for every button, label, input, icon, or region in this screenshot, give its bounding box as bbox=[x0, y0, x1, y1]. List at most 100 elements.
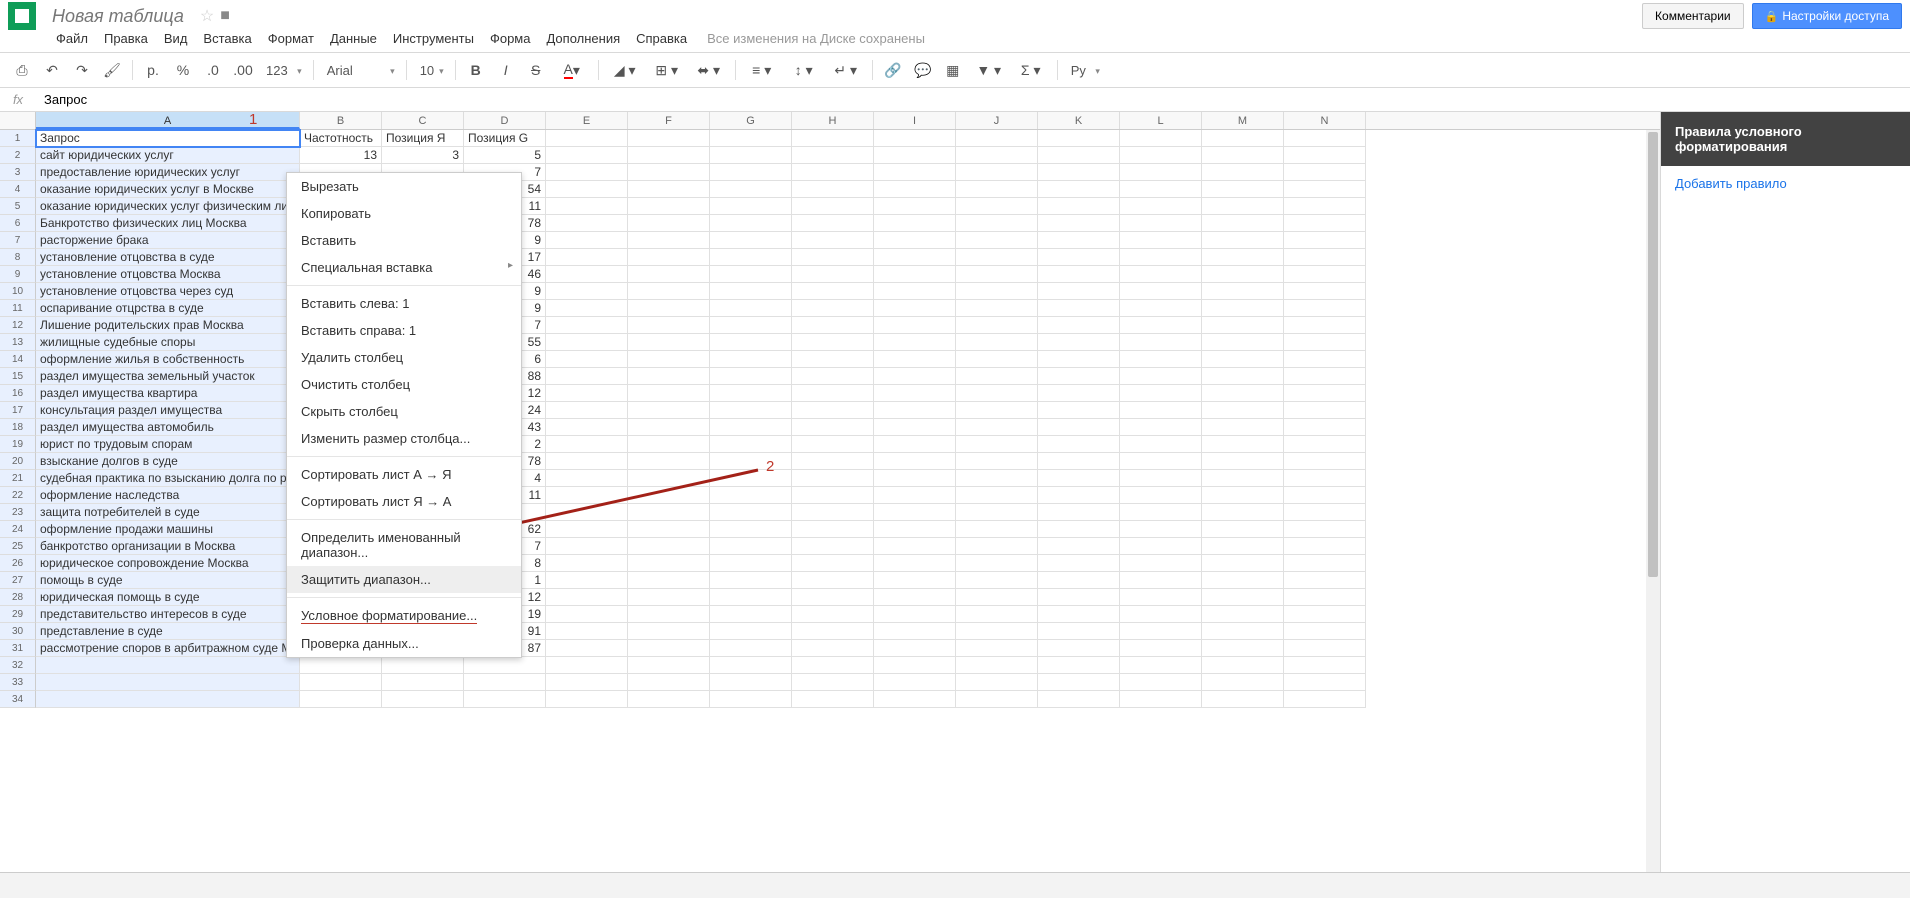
cell[interactable] bbox=[792, 130, 874, 147]
cell[interactable] bbox=[710, 504, 792, 521]
cell[interactable] bbox=[1120, 147, 1202, 164]
cell[interactable] bbox=[546, 164, 628, 181]
menu-insert[interactable]: Вставка bbox=[195, 28, 259, 49]
cell[interactable]: оспаривание отцрства в суде bbox=[36, 300, 300, 317]
dec-increase[interactable]: .00 bbox=[229, 57, 257, 83]
cell[interactable] bbox=[1120, 385, 1202, 402]
cell[interactable] bbox=[628, 504, 710, 521]
row-header[interactable]: 13 bbox=[0, 334, 36, 351]
cell[interactable] bbox=[546, 538, 628, 555]
row-header[interactable]: 22 bbox=[0, 487, 36, 504]
cell[interactable] bbox=[1038, 147, 1120, 164]
cell[interactable] bbox=[710, 640, 792, 657]
cell[interactable] bbox=[628, 181, 710, 198]
cell[interactable] bbox=[956, 453, 1038, 470]
row-header[interactable]: 33 bbox=[0, 674, 36, 691]
context-menu-item[interactable]: Сортировать лист Я → А bbox=[287, 488, 521, 515]
cell[interactable] bbox=[874, 232, 956, 249]
cell[interactable] bbox=[956, 419, 1038, 436]
cell[interactable] bbox=[1038, 623, 1120, 640]
cell[interactable] bbox=[956, 232, 1038, 249]
cell[interactable] bbox=[792, 470, 874, 487]
menu-format[interactable]: Формат bbox=[260, 28, 322, 49]
cell[interactable] bbox=[956, 351, 1038, 368]
cell[interactable] bbox=[1202, 657, 1284, 674]
cell[interactable] bbox=[874, 691, 956, 708]
cell[interactable] bbox=[874, 419, 956, 436]
row-header[interactable]: 12 bbox=[0, 317, 36, 334]
cell[interactable]: взыскание долгов в суде bbox=[36, 453, 300, 470]
cell[interactable] bbox=[546, 640, 628, 657]
cell[interactable] bbox=[1202, 640, 1284, 657]
col-header-N[interactable]: N bbox=[1284, 112, 1366, 129]
number-format-select[interactable]: 123 bbox=[259, 59, 307, 82]
cell[interactable] bbox=[628, 521, 710, 538]
cell[interactable] bbox=[792, 181, 874, 198]
cell[interactable] bbox=[628, 351, 710, 368]
cell[interactable] bbox=[792, 300, 874, 317]
cell[interactable]: судебная практика по взысканию долга по … bbox=[36, 470, 300, 487]
cell[interactable] bbox=[956, 334, 1038, 351]
cell[interactable] bbox=[628, 317, 710, 334]
row-header[interactable]: 5 bbox=[0, 198, 36, 215]
col-header-J[interactable]: J bbox=[956, 112, 1038, 129]
cell[interactable] bbox=[710, 453, 792, 470]
col-header-L[interactable]: L bbox=[1120, 112, 1202, 129]
cell[interactable] bbox=[1202, 351, 1284, 368]
cell[interactable] bbox=[546, 572, 628, 589]
cell[interactable] bbox=[792, 538, 874, 555]
cell[interactable] bbox=[1284, 555, 1366, 572]
cell[interactable] bbox=[1038, 657, 1120, 674]
cell[interactable] bbox=[956, 385, 1038, 402]
cell[interactable] bbox=[1202, 249, 1284, 266]
cell[interactable] bbox=[956, 538, 1038, 555]
cell[interactable] bbox=[792, 657, 874, 674]
cell[interactable]: предоставление юридических услуг bbox=[36, 164, 300, 181]
cell[interactable] bbox=[628, 232, 710, 249]
cell[interactable] bbox=[1202, 385, 1284, 402]
cell[interactable] bbox=[1120, 266, 1202, 283]
cell[interactable] bbox=[1202, 453, 1284, 470]
cell[interactable] bbox=[874, 589, 956, 606]
menu-file[interactable]: Файл bbox=[48, 28, 96, 49]
cell[interactable] bbox=[1202, 300, 1284, 317]
cell[interactable] bbox=[300, 691, 382, 708]
row-header[interactable]: 1 bbox=[0, 130, 36, 147]
cell[interactable] bbox=[1038, 504, 1120, 521]
cell[interactable]: оформление продажи машины bbox=[36, 521, 300, 538]
row-header[interactable]: 19 bbox=[0, 436, 36, 453]
cell[interactable] bbox=[710, 674, 792, 691]
cell[interactable] bbox=[1120, 521, 1202, 538]
menu-view[interactable]: Вид bbox=[156, 28, 196, 49]
cell[interactable] bbox=[710, 402, 792, 419]
cell[interactable]: консультация раздел имущества bbox=[36, 402, 300, 419]
cell[interactable] bbox=[628, 640, 710, 657]
cell[interactable] bbox=[710, 232, 792, 249]
cell[interactable] bbox=[792, 249, 874, 266]
cell[interactable] bbox=[1284, 674, 1366, 691]
cell[interactable] bbox=[1038, 419, 1120, 436]
cell[interactable] bbox=[1038, 521, 1120, 538]
cell[interactable] bbox=[1120, 487, 1202, 504]
cell[interactable] bbox=[1284, 249, 1366, 266]
cell[interactable] bbox=[792, 640, 874, 657]
cell[interactable] bbox=[792, 198, 874, 215]
cell[interactable] bbox=[792, 147, 874, 164]
cell[interactable] bbox=[1120, 691, 1202, 708]
cell[interactable] bbox=[1120, 215, 1202, 232]
cell[interactable] bbox=[628, 266, 710, 283]
cell[interactable] bbox=[792, 521, 874, 538]
cell[interactable] bbox=[628, 657, 710, 674]
cell[interactable] bbox=[1284, 453, 1366, 470]
cell[interactable] bbox=[546, 351, 628, 368]
cell[interactable] bbox=[546, 232, 628, 249]
cell[interactable] bbox=[1120, 181, 1202, 198]
cell[interactable] bbox=[710, 606, 792, 623]
cell[interactable]: расторжение брака bbox=[36, 232, 300, 249]
cell[interactable] bbox=[956, 589, 1038, 606]
cell[interactable] bbox=[1120, 164, 1202, 181]
cell[interactable] bbox=[1038, 674, 1120, 691]
cell[interactable] bbox=[710, 487, 792, 504]
cell[interactable] bbox=[956, 504, 1038, 521]
col-header-I[interactable]: I bbox=[874, 112, 956, 129]
